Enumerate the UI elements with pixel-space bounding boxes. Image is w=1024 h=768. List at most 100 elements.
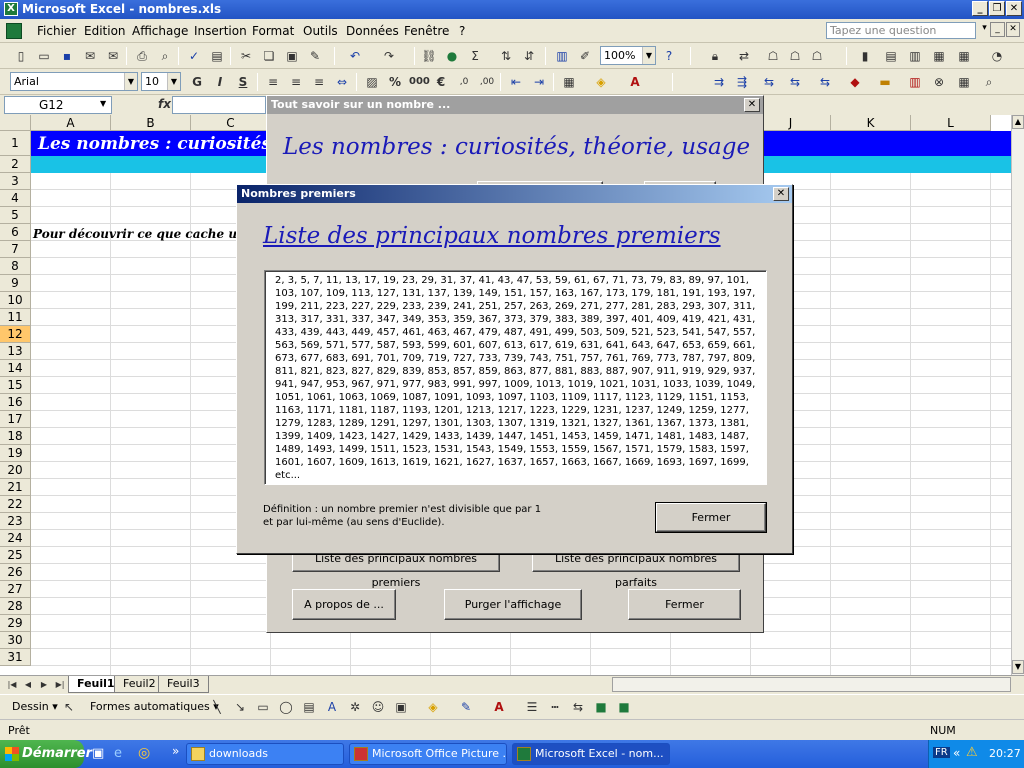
minimize-icon[interactable]: _ (972, 1, 988, 16)
oval-icon[interactable]: ◯ (277, 698, 295, 716)
doc-minimize-icon[interactable]: _ (990, 22, 1005, 37)
row-header-8[interactable]: 8 (0, 258, 31, 275)
decrease-indent-icon[interactable]: ⇤ (507, 73, 525, 91)
email-icon[interactable]: ✉ (104, 47, 122, 65)
col-header-c[interactable]: C (191, 115, 271, 131)
row-header-20[interactable]: 20 (0, 462, 31, 479)
primes-textbox[interactable]: 2, 3, 5, 7, 11, 13, 17, 19, 23, 29, 31, … (264, 270, 767, 485)
autoshapes-menu[interactable]: Formes automatiques ▾ (90, 700, 219, 713)
menu-affichage[interactable]: Affichage (132, 24, 188, 38)
menu-insertion[interactable]: Insertion (194, 24, 247, 38)
desktop-icon[interactable]: ▣ (92, 746, 104, 761)
redo-icon[interactable]: ↷ (380, 47, 398, 65)
preview-icon[interactable]: ⌕ (156, 47, 174, 65)
row-header-28[interactable]: 28 (0, 598, 31, 615)
pivot-icon[interactable]: ▦ (930, 47, 948, 65)
arrow-icon[interactable]: ↘ (231, 698, 249, 716)
font-color-icon[interactable]: A (626, 73, 644, 91)
size-combo[interactable]: 10 ▼ (141, 72, 181, 91)
line-style-icon[interactable]: ☰ (523, 698, 541, 716)
sort-asc-icon[interactable]: ⇅ (497, 47, 515, 65)
increase-decimal-icon[interactable]: ,0 (455, 73, 473, 91)
menu-fenetre[interactable]: Fenêtre (404, 24, 449, 38)
row-header-12[interactable]: 12 (0, 326, 31, 343)
research-icon[interactable]: ▤ (208, 47, 226, 65)
italic-button[interactable]: I (211, 73, 229, 91)
row-header-30[interactable]: 30 (0, 632, 31, 649)
workbook-icon[interactable] (6, 23, 22, 39)
name-box[interactable]: G12 (4, 96, 112, 114)
error-icon[interactable]: ◆ (846, 73, 864, 91)
row-header-3[interactable]: 3 (0, 173, 31, 190)
comment-icon[interactable]: ▬ (876, 73, 894, 91)
language-indicator[interactable]: FR (933, 747, 950, 758)
prev-sheet-icon[interactable]: ◀ (22, 679, 34, 691)
permission-icon[interactable]: ✉ (81, 47, 99, 65)
print-icon[interactable]: ⎙ (133, 47, 151, 65)
tray-expand-icon[interactable]: « (953, 746, 960, 760)
review-icon[interactable]: ☖ (808, 47, 826, 65)
fill-color-icon[interactable]: ◈ (592, 73, 610, 91)
font-dropdown-icon[interactable]: ▼ (124, 73, 137, 90)
menu-edition[interactable]: Edition (84, 24, 126, 38)
clear-icon[interactable]: ▦ (955, 73, 973, 91)
spelling-icon[interactable]: ✓ (185, 47, 203, 65)
arrow-style-icon[interactable]: ⇆ (569, 698, 587, 716)
select-all[interactable] (0, 115, 31, 131)
align-right-icon[interactable]: ≡ (310, 73, 328, 91)
rectangle-icon[interactable]: ▭ (254, 698, 272, 716)
menu-donnees[interactable]: Données (346, 24, 399, 38)
clock[interactable]: 20:27 (989, 747, 1021, 760)
lock-icon[interactable]: 🔒︎ (706, 47, 724, 65)
row-header-6[interactable]: 6 (0, 224, 31, 241)
size-dropdown-icon[interactable]: ▼ (167, 73, 180, 90)
row-header-4[interactable]: 4 (0, 190, 31, 207)
row-header-22[interactable]: 22 (0, 496, 31, 513)
line-color-icon[interactable]: ✎ (457, 698, 475, 716)
ask-question-input[interactable]: Tapez une question (826, 22, 976, 39)
save-icon[interactable]: ▪ (58, 47, 76, 65)
col-header-a[interactable]: A (31, 115, 111, 131)
trace-icon[interactable]: ⇆ (760, 73, 778, 91)
row-header-9[interactable]: 9 (0, 275, 31, 292)
chart3-icon[interactable]: ▥ (906, 73, 924, 91)
line-icon[interactable]: ╲ (208, 698, 226, 716)
row-header-27[interactable]: 27 (0, 581, 31, 598)
menu-help[interactable]: ? (459, 24, 465, 38)
row-header-25[interactable]: 25 (0, 547, 31, 564)
row-header-10[interactable]: 10 (0, 292, 31, 309)
row-header-5[interactable]: 5 (0, 207, 31, 224)
row-header-31[interactable]: 31 (0, 649, 31, 666)
copy-icon[interactable]: ❏ (260, 47, 278, 65)
row-header-21[interactable]: 21 (0, 479, 31, 496)
row-header-26[interactable]: 26 (0, 564, 31, 581)
protect-icon[interactable]: ☖ (786, 47, 804, 65)
first-sheet-icon[interactable]: |◀ (6, 679, 18, 691)
3d-icon[interactable]: ■ (615, 698, 633, 716)
last-sheet-icon[interactable]: ▶| (54, 679, 66, 691)
col-header-l[interactable]: L (911, 115, 991, 131)
vertical-scrollbar[interactable]: ▲ ▼ (1011, 115, 1024, 675)
cell-a1[interactable]: Les nombres : curiosités, th (38, 134, 303, 154)
sheet-tab-feuil3[interactable]: Feuil3 (158, 676, 209, 693)
row-header-23[interactable]: 23 (0, 513, 31, 530)
taskitem-picture-manager[interactable]: Microsoft Office Picture ... (349, 743, 507, 765)
percent-button[interactable]: % (386, 73, 404, 91)
restore-icon[interactable]: ❐ (989, 1, 1005, 16)
data-icon[interactable]: ▦ (955, 47, 973, 65)
about-button[interactable]: A propos de ... (292, 589, 396, 620)
open-icon[interactable]: ▭ (35, 47, 53, 65)
autosum-icon[interactable]: Σ (466, 47, 484, 65)
scroll-down-icon[interactable]: ▼ (1012, 660, 1024, 674)
zoom-dropdown-icon[interactable]: ▼ (642, 47, 655, 64)
row-header-16[interactable]: 16 (0, 394, 31, 411)
cut-icon[interactable]: ✂ (237, 47, 255, 65)
format-painter-icon[interactable]: ✎ (306, 47, 324, 65)
scroll-up-icon[interactable]: ▲ (1012, 115, 1024, 129)
back-close-button[interactable]: Fermer (628, 589, 741, 620)
row-header-7[interactable]: 7 (0, 241, 31, 258)
name-box-dropdown-icon[interactable]: ▼ (100, 99, 106, 108)
chart2-icon[interactable]: ▥ (906, 47, 924, 65)
clock-icon[interactable]: ◔ (988, 47, 1006, 65)
row-header-18[interactable]: 18 (0, 428, 31, 445)
